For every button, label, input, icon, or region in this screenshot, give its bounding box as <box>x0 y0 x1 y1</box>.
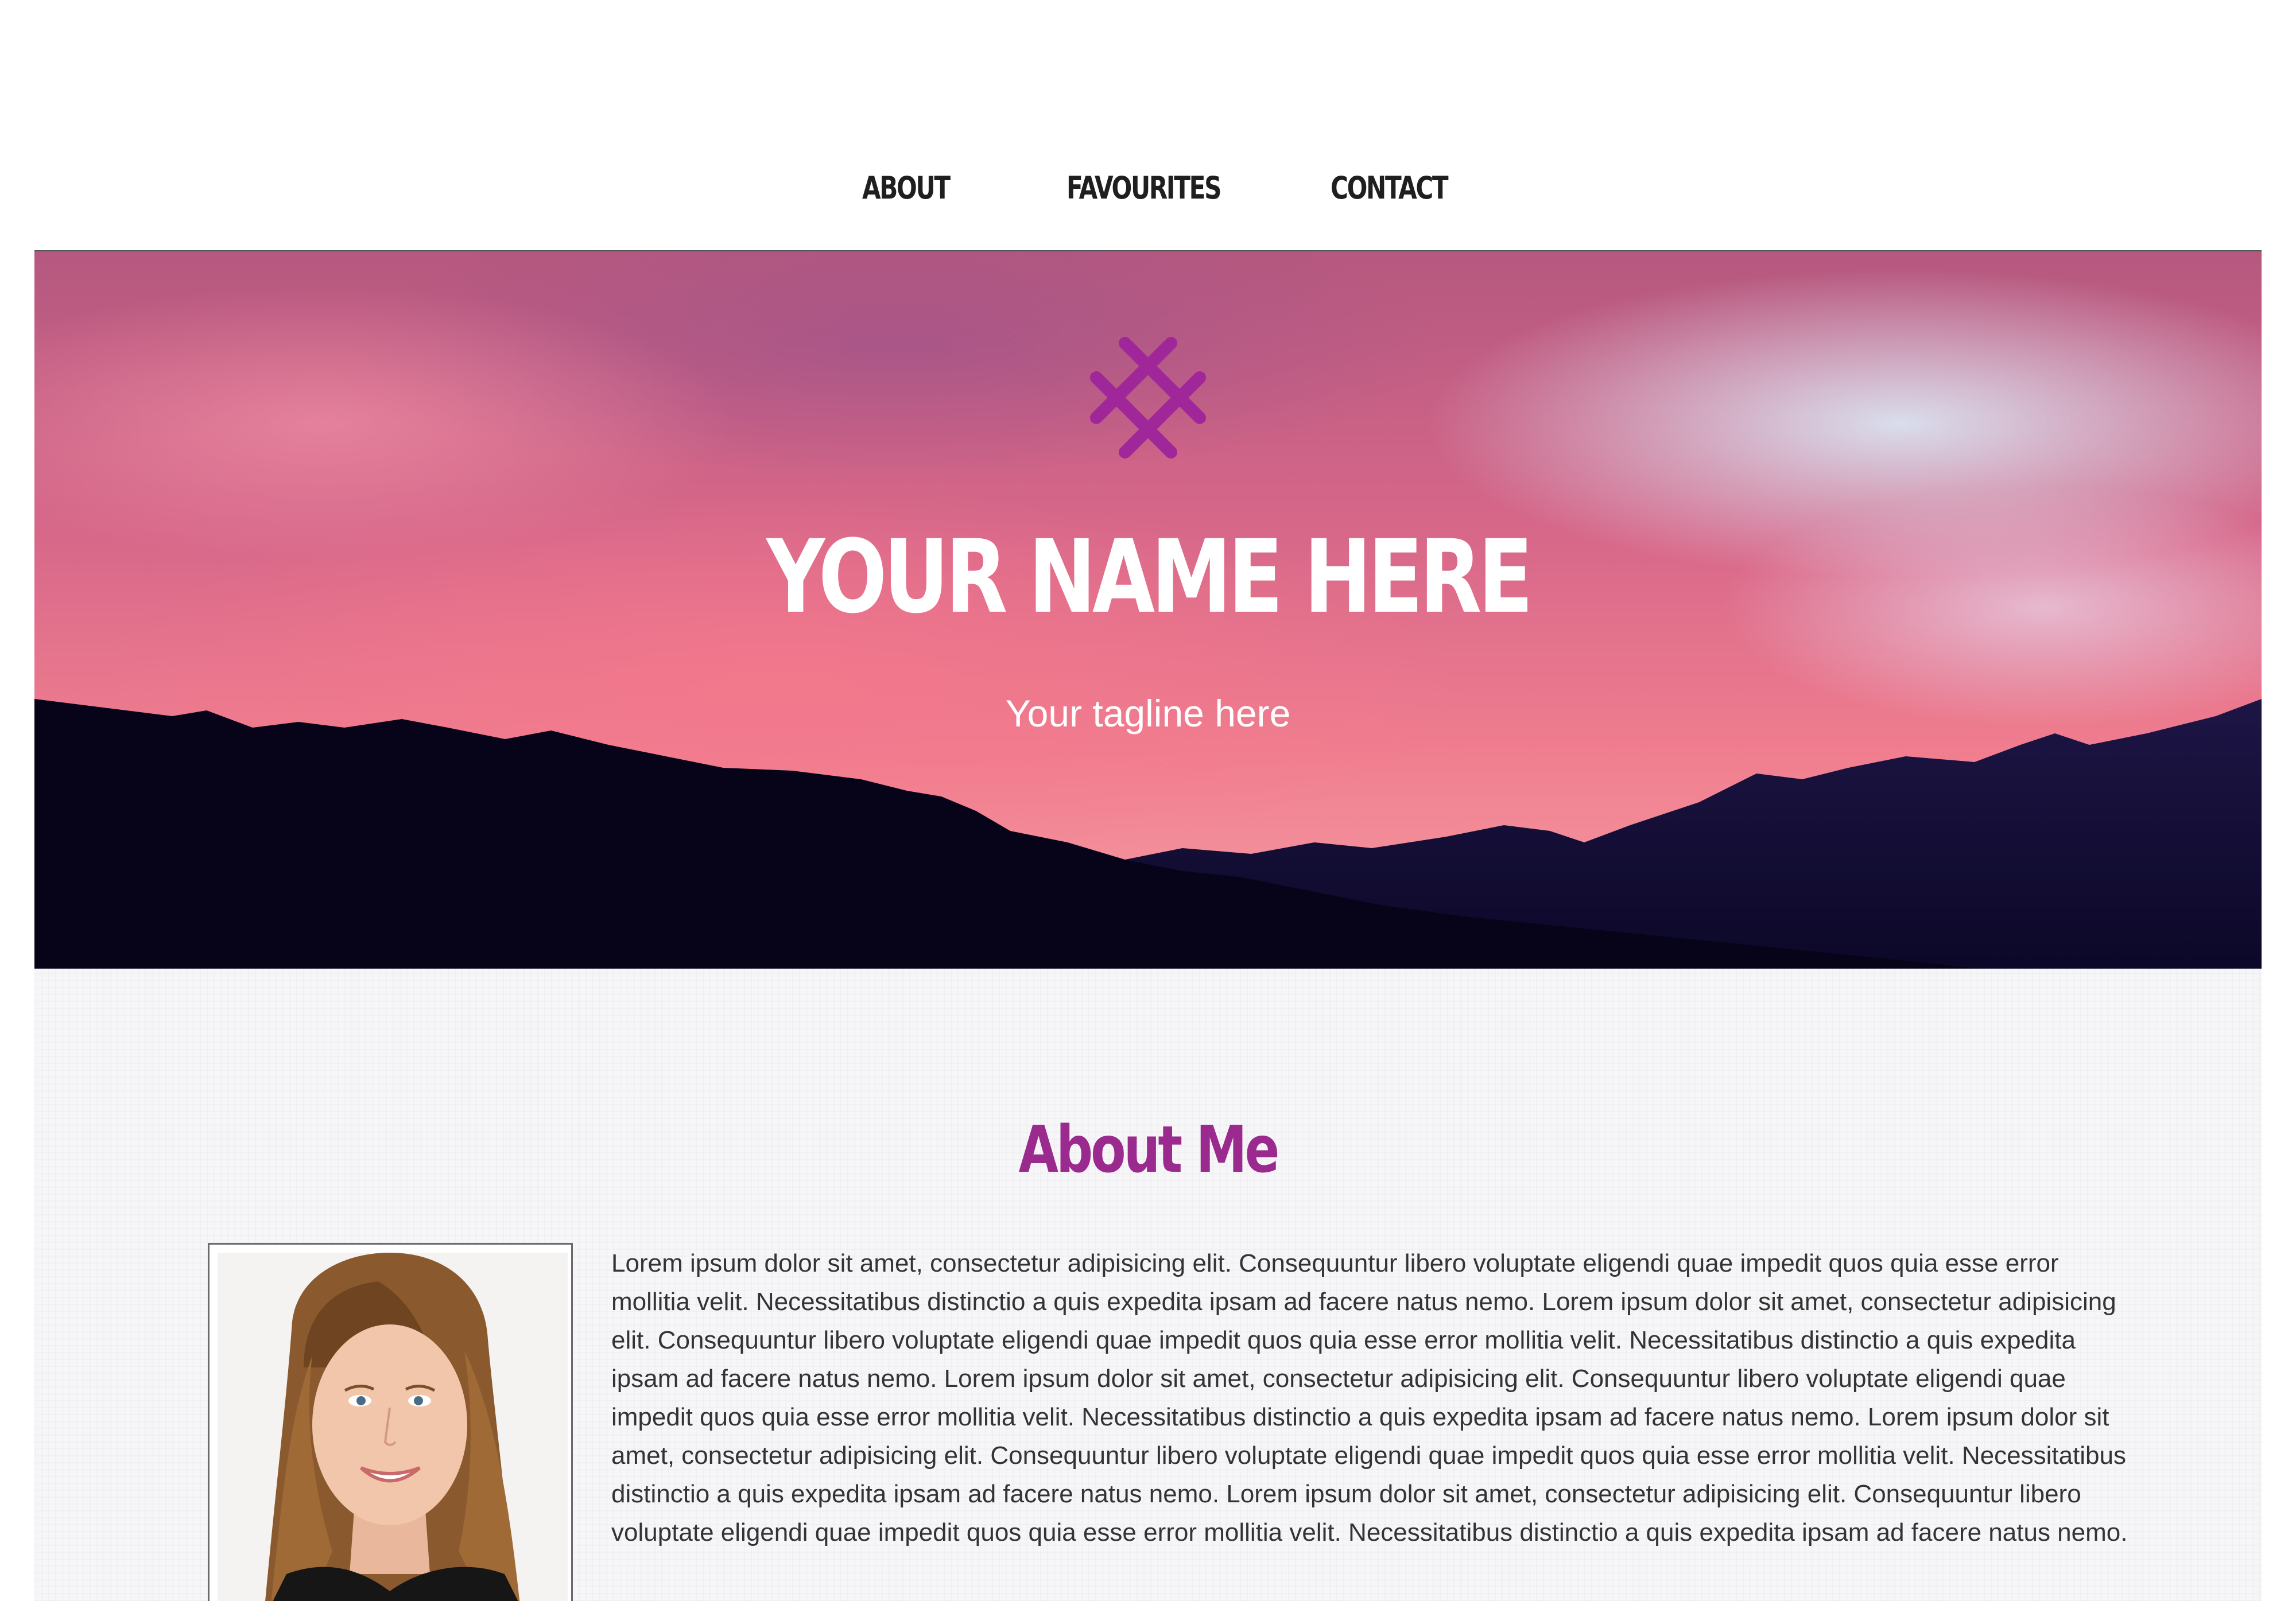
nav-favourites-link[interactable]: FAVOURITES <box>1066 170 1221 206</box>
profile-photo <box>208 1243 573 1601</box>
site-tagline: Your tagline here <box>1005 692 1291 735</box>
hero-banner: YOUR NAME HERE Your tagline here <box>34 250 2262 970</box>
about-body-text: Lorem ipsum dolor sit amet, consectetur … <box>611 1249 2128 1546</box>
nav-about-link[interactable]: ABOUT <box>862 170 951 206</box>
site-title: YOUR NAME HERE <box>766 518 1533 636</box>
pink-cross-hatch-logo-icon <box>1090 337 1206 458</box>
profile-photo-image <box>218 1253 568 1601</box>
nav-contact-link[interactable]: CONTACT <box>1331 170 1449 206</box>
top-nav: ABOUT FAVOURITES CONTACT <box>0 0 2296 250</box>
about-section: About Me Lorem ipsum dolor sit amet, con… <box>34 969 2262 1601</box>
about-heading: About Me <box>1018 1113 1280 1187</box>
